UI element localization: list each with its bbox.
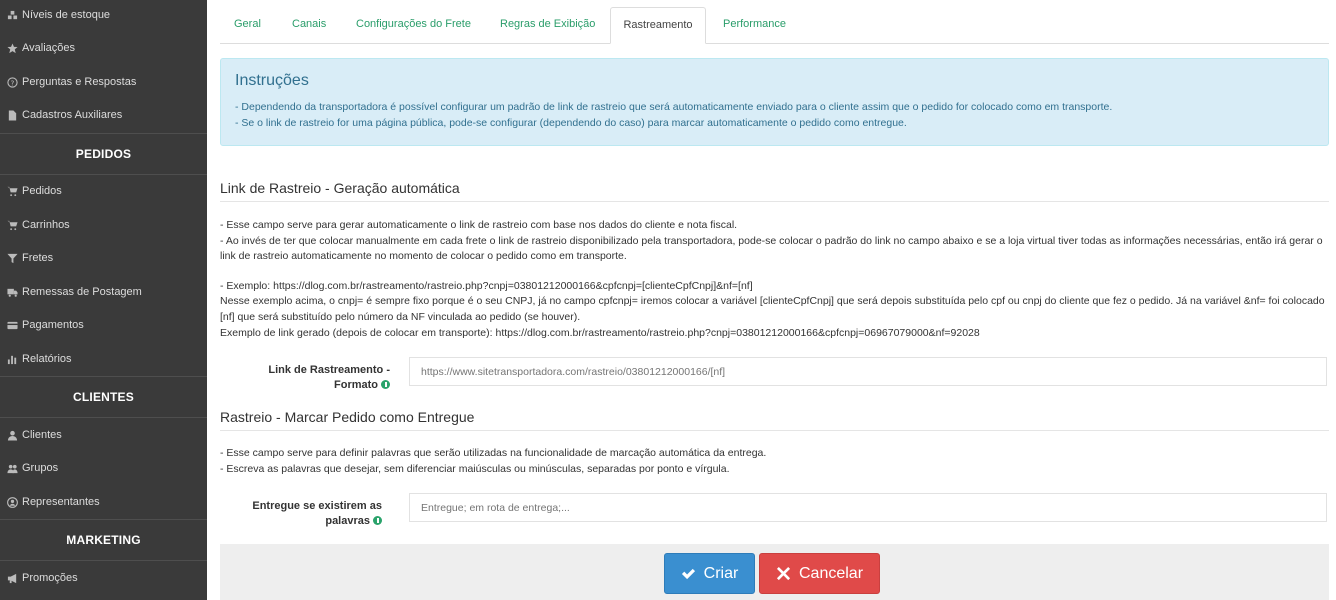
sidebar-item-label: Pagamentos	[22, 319, 84, 331]
sidebar-item-niveis-estoque[interactable]: Níveis de estoque	[0, 4, 207, 26]
cubes-icon	[6, 10, 18, 21]
filter-icon	[6, 253, 18, 264]
cart-icon	[6, 186, 18, 197]
bullhorn-icon	[6, 573, 18, 584]
sidebar-item-label: Representantes	[22, 496, 100, 508]
help-icon[interactable]	[381, 380, 390, 389]
section-title-marcar-entregue: Rastreio - Marcar Pedido como Entregue	[220, 409, 1329, 431]
sidebar-item-label: Promoções	[22, 572, 78, 584]
sidebar-item-label: Grupos	[22, 462, 59, 474]
sidebar-section-pedidos: PEDIDOS	[0, 133, 207, 175]
sidebar-item-pedidos[interactable]: Pedidos	[0, 180, 207, 202]
description-line: - Ao invés de ter que colocar manualment…	[220, 234, 1323, 263]
help-icon[interactable]	[373, 516, 382, 525]
sidebar-item-avaliacoes[interactable]: Avaliações	[0, 37, 207, 59]
delivered-words-input[interactable]	[409, 493, 1327, 522]
instructions-line: - Se o link de rastreio for uma página p…	[235, 117, 907, 129]
tracking-link-format-label: Link de Rastreamento - Formato	[220, 363, 390, 393]
sidebar-item-grupos[interactable]: Grupos	[0, 457, 207, 479]
tab-regras-exibicao[interactable]: Regras de Exibição	[500, 7, 595, 42]
label-line: palavras	[325, 515, 370, 527]
description-line: Exemplo de link gerado (depois de coloca…	[220, 326, 980, 339]
tab-configuracoes-frete[interactable]: Configurações do Frete	[356, 7, 471, 42]
sidebar-item-label: Carrinhos	[22, 219, 70, 231]
description-line: - Exemplo: https://dlog.com.br/rastreame…	[220, 279, 753, 292]
description-line: - Escreva as palavras que desejar, sem d…	[220, 462, 730, 475]
users-icon	[6, 463, 18, 474]
label-line: Formato	[334, 379, 378, 391]
sidebar-item-fretes[interactable]: Fretes	[0, 247, 207, 269]
create-button-label: Criar	[703, 564, 739, 582]
description-line: - Esse campo serve para definir palavras…	[220, 447, 767, 459]
label-line: Link de Rastreamento -	[268, 364, 390, 376]
tab-rastreamento[interactable]: Rastreamento	[610, 7, 706, 44]
cart-icon	[6, 220, 18, 231]
sidebar-item-label: Cadastros Auxiliares	[22, 109, 123, 121]
description-line: Nesse exemplo acima, o cnpj= é sempre fi…	[220, 295, 1325, 323]
credit-card-icon	[6, 320, 18, 331]
sidebar-item-promocoes[interactable]: Promoções	[0, 567, 207, 589]
sidebar-item-relatorios[interactable]: Relatórios	[0, 348, 207, 370]
tab-canais[interactable]: Canais	[292, 7, 326, 42]
star-icon	[6, 42, 18, 54]
sidebar-item-label: Avaliações	[22, 42, 75, 54]
instructions-alert: Instruções - Dependendo da transportador…	[220, 58, 1329, 146]
file-icon	[6, 109, 18, 121]
sidebar-item-perguntas[interactable]: ? Perguntas e Respostas	[0, 71, 207, 93]
sidebar-item-label: Níveis de estoque	[22, 9, 111, 21]
create-button[interactable]: Criar	[664, 553, 755, 594]
sidebar-item-clientes[interactable]: Clientes	[0, 424, 207, 446]
svg-text:?: ?	[10, 78, 14, 87]
sidebar-item-label: Remessas de Postagem	[22, 286, 142, 298]
sidebar: Níveis de estoque Avaliações ? Perguntas…	[0, 0, 207, 600]
label-line: Entregue se existirem as	[252, 500, 382, 512]
user-circle-icon	[6, 496, 18, 508]
sidebar-item-label: Fretes	[22, 252, 54, 264]
sidebar-section-clientes: CLIENTES	[0, 376, 207, 418]
sidebar-item-label: Perguntas e Respostas	[22, 76, 137, 88]
bar-chart-icon	[6, 354, 18, 365]
delivered-words-label: Entregue se existirem as palavras	[212, 499, 382, 529]
section2-description: - Esse campo serve para definir palavras…	[220, 446, 1329, 477]
question-circle-icon: ?	[6, 76, 18, 88]
form-actions: Criar Cancelar	[220, 544, 1329, 600]
sidebar-item-carrinhos[interactable]: Carrinhos	[0, 214, 207, 236]
sidebar-item-representantes[interactable]: Representantes	[0, 491, 207, 513]
truck-icon	[6, 287, 18, 298]
instructions-title: Instruções	[235, 72, 309, 89]
sidebar-section-marketing: MARKETING	[0, 519, 207, 561]
instructions-line: - Dependendo da transportadora é possíve…	[235, 101, 1113, 113]
cancel-button-label: Cancelar	[798, 564, 864, 582]
sidebar-item-label: Clientes	[22, 429, 62, 441]
cancel-button[interactable]: Cancelar	[759, 553, 880, 594]
section-title-link-rastreio: Link de Rastreio - Geração automática	[220, 180, 1329, 202]
main-content: Geral Canais Configurações do Frete Regr…	[220, 0, 1329, 600]
tracking-link-format-input[interactable]	[409, 357, 1327, 386]
sidebar-item-label: Relatórios	[22, 353, 72, 365]
sidebar-item-remessas[interactable]: Remessas de Postagem	[0, 281, 207, 303]
sidebar-item-cadastros[interactable]: Cadastros Auxiliares	[0, 104, 207, 126]
tab-performance[interactable]: Performance	[723, 7, 786, 42]
description-line: - Esse campo serve para gerar automatica…	[220, 219, 738, 231]
section1-description: - Esse campo serve para gerar automatica…	[220, 218, 1329, 341]
close-icon	[776, 566, 791, 581]
check-icon	[681, 568, 695, 580]
sidebar-item-label: Pedidos	[22, 185, 62, 197]
sidebar-item-pagamentos[interactable]: Pagamentos	[0, 314, 207, 336]
tab-geral[interactable]: Geral	[234, 7, 261, 42]
user-icon	[6, 430, 18, 441]
tab-bar: Geral Canais Configurações do Frete Regr…	[220, 7, 1329, 44]
